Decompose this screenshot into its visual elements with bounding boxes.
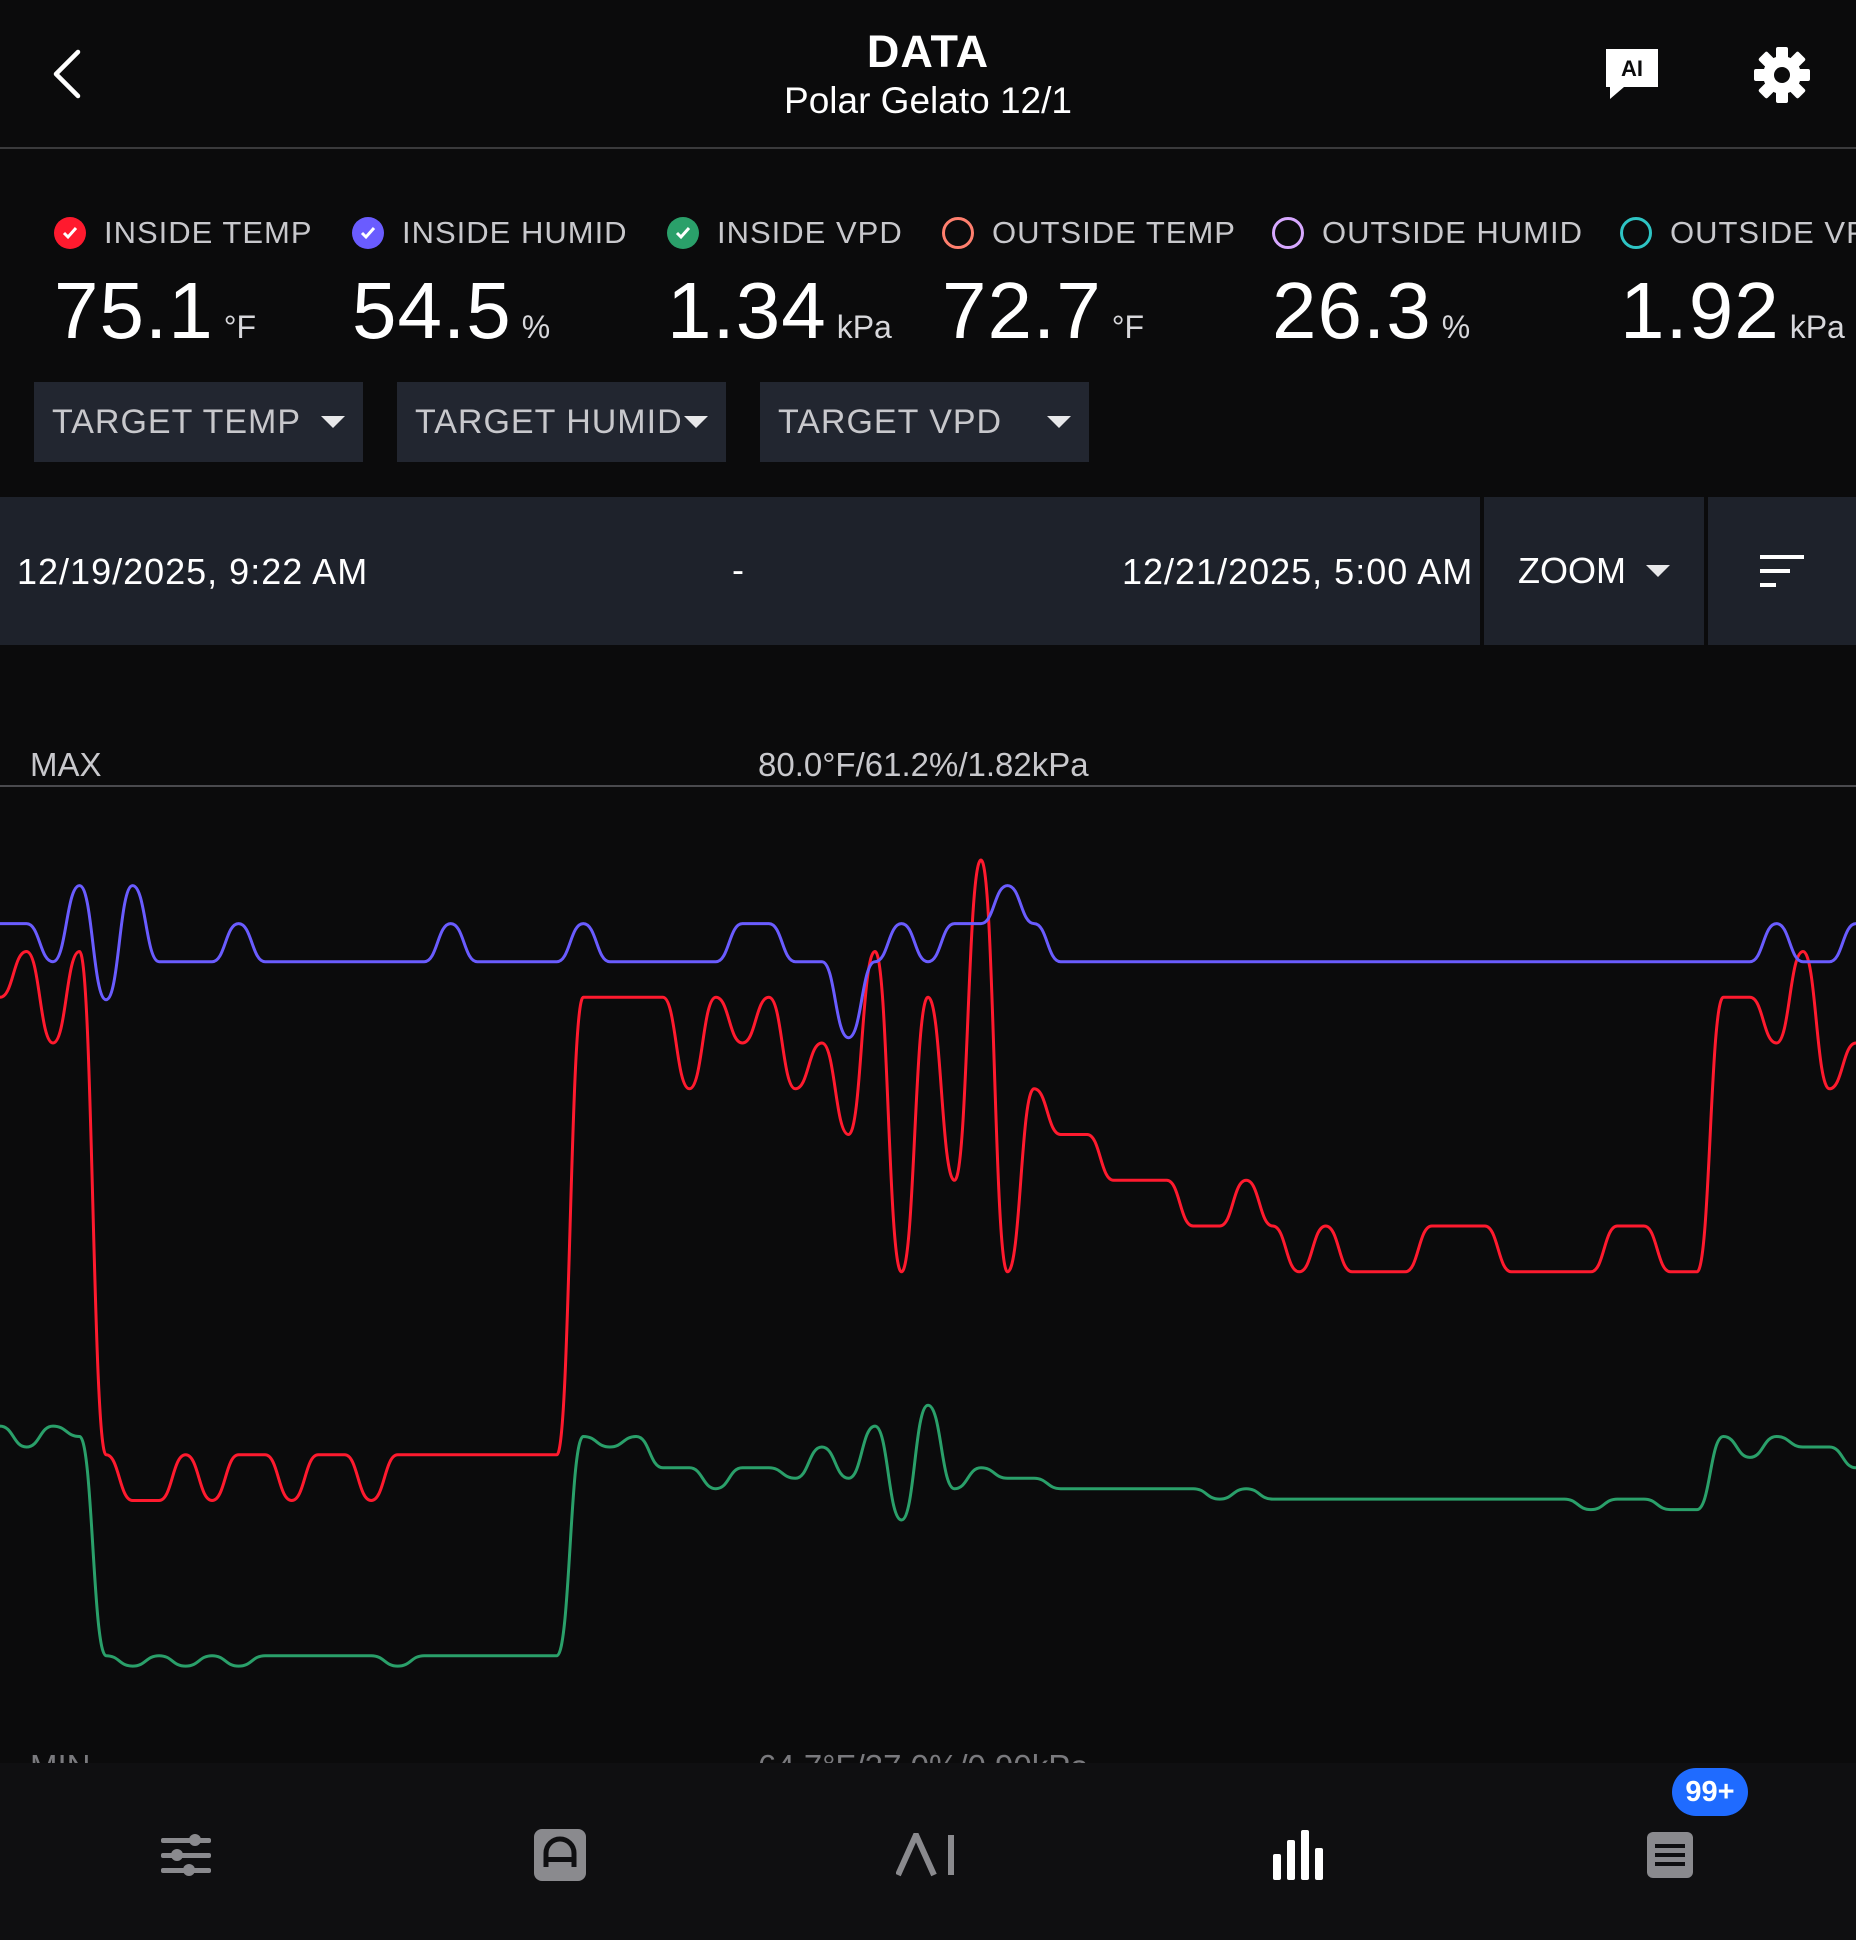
gear-icon xyxy=(1754,47,1810,103)
caret-down-icon xyxy=(1645,565,1670,577)
list-icon xyxy=(1647,1832,1693,1878)
sensor-unit: % xyxy=(1441,309,1471,345)
checkbox-checked-icon[interactable] xyxy=(352,217,384,249)
target-humid-dropdown[interactable]: TARGET HUMID xyxy=(397,382,726,462)
sensor-inside-temp[interactable]: INSIDE TEMP 75.1 °F xyxy=(54,215,313,355)
checkbox-unchecked-icon[interactable] xyxy=(942,217,974,249)
series-line xyxy=(0,1403,1856,1668)
sensor-unit: kPa xyxy=(1789,309,1845,345)
ai-icon xyxy=(896,1833,954,1877)
checkbox-unchecked-icon[interactable] xyxy=(1620,217,1652,249)
caret-down-icon xyxy=(684,416,708,428)
sensor-label: INSIDE TEMP xyxy=(104,215,313,250)
zoom-label: ZOOM xyxy=(1518,550,1626,591)
nav-logs[interactable] xyxy=(1610,1810,1730,1900)
dropdown-label: TARGET TEMP xyxy=(52,402,302,441)
caret-down-icon xyxy=(1047,416,1071,428)
checkbox-unchecked-icon[interactable] xyxy=(1272,217,1304,249)
range-separator: - xyxy=(732,549,744,590)
sensor-inside-humid[interactable]: INSIDE HUMID 54.5% xyxy=(352,215,628,355)
target-temp-dropdown[interactable]: TARGET TEMP xyxy=(34,382,363,462)
nav-controls[interactable] xyxy=(126,1810,246,1900)
sensor-outside-humid[interactable]: OUTSIDE HUMID 26.3% xyxy=(1272,215,1583,355)
page-title: DATA xyxy=(866,26,990,77)
dropdown-label: TARGET HUMID xyxy=(415,402,683,441)
sensor-label: OUTSIDE HUMID xyxy=(1322,215,1583,250)
sliders-icon xyxy=(161,1834,211,1876)
sensor-value: 1.92 xyxy=(1620,266,1780,355)
zoom-dropdown[interactable]: ZOOM xyxy=(1484,497,1704,645)
sort-icon xyxy=(1760,555,1804,587)
sensor-value: 1.34 xyxy=(667,266,827,355)
sensor-unit: °F xyxy=(1111,309,1145,345)
ai-chat-icon: AI xyxy=(1606,49,1658,99)
sensor-label: OUTSIDE TEMP xyxy=(992,215,1236,250)
sensor-label: OUTSIDE VPD xyxy=(1670,215,1856,250)
end-date[interactable]: 12/21/2025, 5:00 AM xyxy=(1122,551,1473,593)
line-chart[interactable] xyxy=(0,800,1856,1760)
sort-button[interactable] xyxy=(1708,497,1856,645)
nav-ai[interactable] xyxy=(868,1810,988,1900)
series-line xyxy=(0,884,1856,1040)
page-subtitle: Polar Gelato 12/1 xyxy=(784,80,1072,121)
sensor-unit: °F xyxy=(223,309,257,345)
sensor-unit: kPa xyxy=(836,309,892,345)
ai-chat-button[interactable]: AI xyxy=(1602,45,1662,105)
nav-automation[interactable] xyxy=(500,1810,620,1900)
sensor-value: 54.5 xyxy=(352,266,512,355)
bar-chart-icon xyxy=(1273,1830,1323,1880)
sensor-value: 72.7 xyxy=(942,266,1102,355)
checkbox-checked-icon[interactable] xyxy=(667,217,699,249)
max-line xyxy=(0,785,1856,787)
nav-data[interactable] xyxy=(1238,1810,1358,1900)
settings-button[interactable] xyxy=(1752,45,1812,105)
automation-icon xyxy=(534,1829,586,1881)
sensor-unit: % xyxy=(521,309,551,345)
max-label: MAX xyxy=(30,746,102,783)
start-date[interactable]: 12/19/2025, 9:22 AM xyxy=(17,551,368,593)
notification-badge: 99+ xyxy=(1672,1768,1748,1816)
sensor-label: INSIDE VPD xyxy=(717,215,903,250)
sensor-outside-vpd[interactable]: OUTSIDE VPD 1.92kPa xyxy=(1620,215,1856,355)
dropdown-label: TARGET VPD xyxy=(778,402,1003,441)
max-value: 80.0°F/61.2%/1.82kPa xyxy=(758,746,1089,783)
checkbox-checked-icon[interactable] xyxy=(54,217,86,249)
sensor-value: 26.3 xyxy=(1272,266,1432,355)
sensor-inside-vpd[interactable]: INSIDE VPD 1.34 kPa xyxy=(667,215,903,355)
sensor-label: INSIDE HUMID xyxy=(402,215,628,250)
caret-down-icon xyxy=(321,416,345,428)
target-vpd-dropdown[interactable]: TARGET VPD xyxy=(760,382,1089,462)
svg-text:AI: AI xyxy=(1621,56,1643,81)
sensor-outside-temp[interactable]: OUTSIDE TEMP 72.7 °F xyxy=(942,215,1236,355)
sensor-value: 75.1 xyxy=(54,266,214,355)
